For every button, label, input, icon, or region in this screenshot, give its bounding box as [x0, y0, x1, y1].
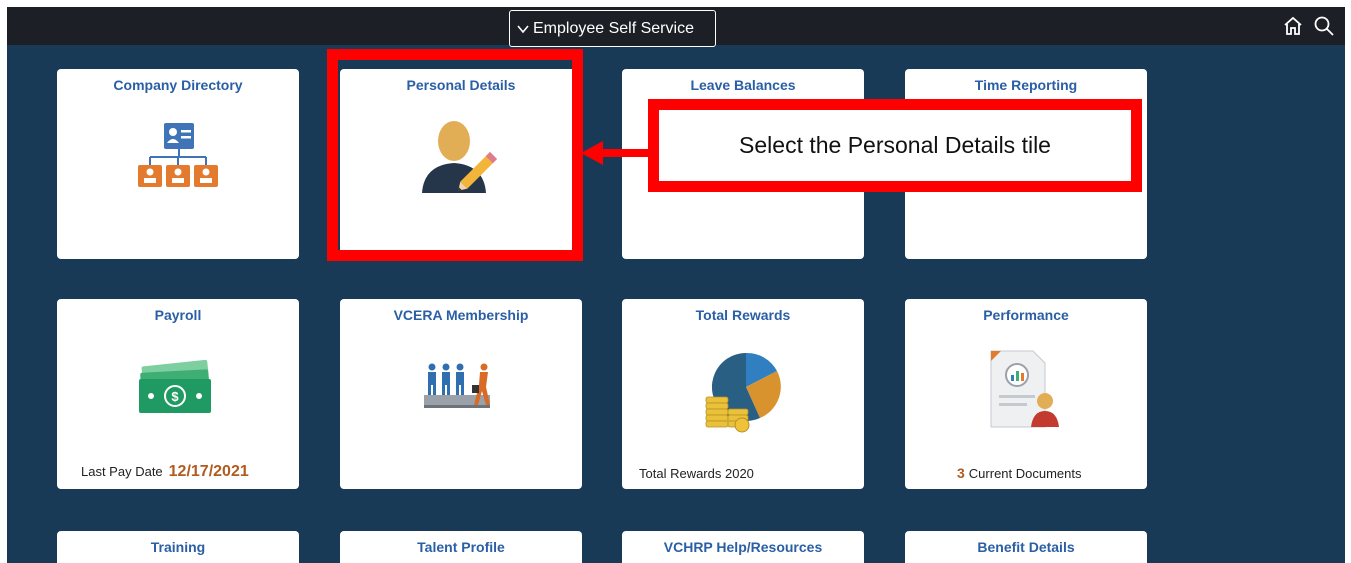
tile-title: Time Reporting: [974, 77, 1078, 93]
search-icon[interactable]: [1313, 15, 1335, 37]
callout-text: Select the Personal Details tile: [739, 132, 1051, 158]
tile-total-rewards[interactable]: Total Rewards Total Rewards 2020: [622, 299, 864, 489]
tile-personal-details[interactable]: Personal Details: [340, 69, 582, 259]
callout-arrow-icon: [581, 141, 651, 165]
tile-benefit-details[interactable]: Benefit Details: [905, 531, 1147, 563]
last-pay-date-label: Last Pay Date: [81, 464, 163, 479]
instruction-callout: Select the Personal Details tile: [648, 99, 1142, 192]
homepage-selector[interactable]: Employee Self Service: [509, 10, 716, 47]
tile-title: Personal Details: [406, 77, 516, 93]
app-frame: Employee Self Service Company Directory …: [7, 7, 1345, 563]
tile-vchrp-help-resources[interactable]: VCHRP Help/Resources: [622, 531, 864, 563]
org-chart-icon: [138, 123, 218, 187]
pie-coins-icon: [705, 352, 781, 433]
payroll-footer: Last Pay Date 12/17/2021: [81, 463, 249, 481]
tile-title: VCERA Membership: [393, 307, 529, 323]
top-navigation-bar: Employee Self Service: [7, 7, 1345, 47]
tile-payroll[interactable]: Payroll $ Last Pay Date 12/17/2021: [57, 299, 299, 489]
performance-footer: 3 Current Documents: [957, 465, 1082, 481]
tile-title: Training: [150, 539, 206, 555]
chevron-down-icon: [517, 24, 529, 33]
current-documents-label: Current Documents: [968, 466, 1082, 481]
tile-title: VCHRP Help/Resources: [663, 539, 823, 555]
home-icon[interactable]: [1282, 15, 1304, 37]
current-documents-count: 3: [957, 465, 965, 481]
homepage-title: Employee Self Service: [533, 19, 694, 37]
tile-title: Total Rewards: [695, 307, 791, 323]
tile-title: Performance: [983, 307, 1069, 323]
tile-company-directory[interactable]: Company Directory: [57, 69, 299, 259]
last-pay-date-value: 12/17/2021: [168, 463, 249, 480]
tile-title: Leave Balances: [690, 77, 796, 93]
svg-text:$: $: [171, 389, 179, 404]
tile-title: Talent Profile: [417, 539, 505, 555]
tile-talent-profile[interactable]: Talent Profile: [340, 531, 582, 563]
tile-title: Company Directory: [113, 77, 243, 93]
tile-vcera-membership[interactable]: VCERA Membership: [340, 299, 582, 489]
tile-training[interactable]: Training: [57, 531, 299, 563]
tile-title: Benefit Details: [977, 539, 1075, 555]
person-edit-icon: [422, 121, 498, 193]
tile-performance[interactable]: Performance 3 Current Documents: [905, 299, 1147, 489]
money-icon: $: [139, 359, 211, 413]
document-chart-icon: [990, 350, 1059, 428]
retirement-icon: [424, 363, 490, 408]
tile-title: Payroll: [154, 307, 202, 323]
total-rewards-footer: Total Rewards 2020: [639, 466, 754, 481]
